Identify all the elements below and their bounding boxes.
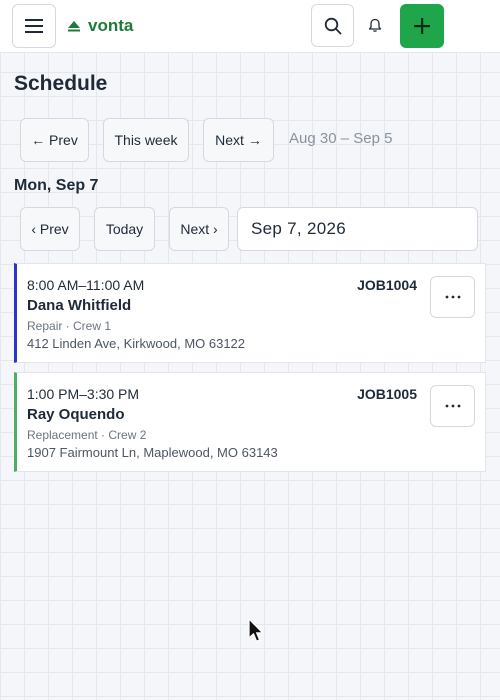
job-time: 1:00 PM–3:30 PM (27, 386, 140, 402)
job-id: JOB1005 (357, 386, 417, 402)
week-prev-button[interactable]: ← Prev (20, 118, 89, 162)
more-dots-icon (445, 404, 460, 408)
logo-mark-icon (68, 20, 80, 31)
top-bar: vonta (0, 0, 500, 53)
bell-icon (368, 18, 382, 32)
today-button[interactable]: Today (94, 207, 155, 251)
job-address: 412 Linden Ave, Kirkwood, MO 63122 (27, 336, 246, 351)
hamburger-menu-icon (25, 19, 43, 33)
plus-icon (414, 18, 430, 34)
mouse-cursor-icon (248, 618, 264, 642)
job-more-button[interactable] (430, 385, 475, 427)
menu-button[interactable] (12, 4, 56, 48)
job-id: JOB1004 (357, 277, 417, 293)
job-address: 1907 Fairmount Ln, Maplewood, MO 63143 (27, 445, 278, 460)
job-more-button[interactable] (430, 276, 475, 318)
this-week-button[interactable]: This week (103, 118, 189, 162)
logo-text: vonta (88, 16, 134, 35)
week-range-text: Aug 30 – Sep 5 (289, 130, 393, 147)
page-title: Schedule (14, 72, 108, 95)
job-customer-name: Ray Oquendo (27, 406, 125, 423)
week-next-button[interactable]: Next → (203, 118, 274, 162)
job-customer-name: Dana Whitfield (27, 297, 132, 314)
more-dots-icon (445, 295, 460, 299)
job-meta: Replacement · Crew 2 (27, 428, 147, 442)
add-button[interactable] (400, 4, 444, 48)
job-card[interactable]: 8:00 AM–11:00 AM JOB1004 Dana Whitfield … (14, 263, 486, 363)
logo[interactable]: vonta (68, 15, 133, 37)
job-time: 8:00 AM–11:00 AM (27, 277, 145, 293)
job-card[interactable]: 1:00 PM–3:30 PM JOB1005 Ray Oquendo Repl… (14, 372, 486, 472)
notifications-button[interactable] (364, 14, 386, 36)
day-next-button[interactable]: Next › (169, 207, 229, 251)
job-meta: Repair · Crew 1 (27, 319, 112, 333)
day-prev-button[interactable]: ‹ Prev (20, 207, 80, 251)
day-heading: Mon, Sep 7 (14, 177, 99, 194)
search-button[interactable] (311, 4, 354, 47)
search-icon (324, 17, 341, 34)
date-input[interactable]: Sep 7, 2026 (237, 207, 478, 251)
